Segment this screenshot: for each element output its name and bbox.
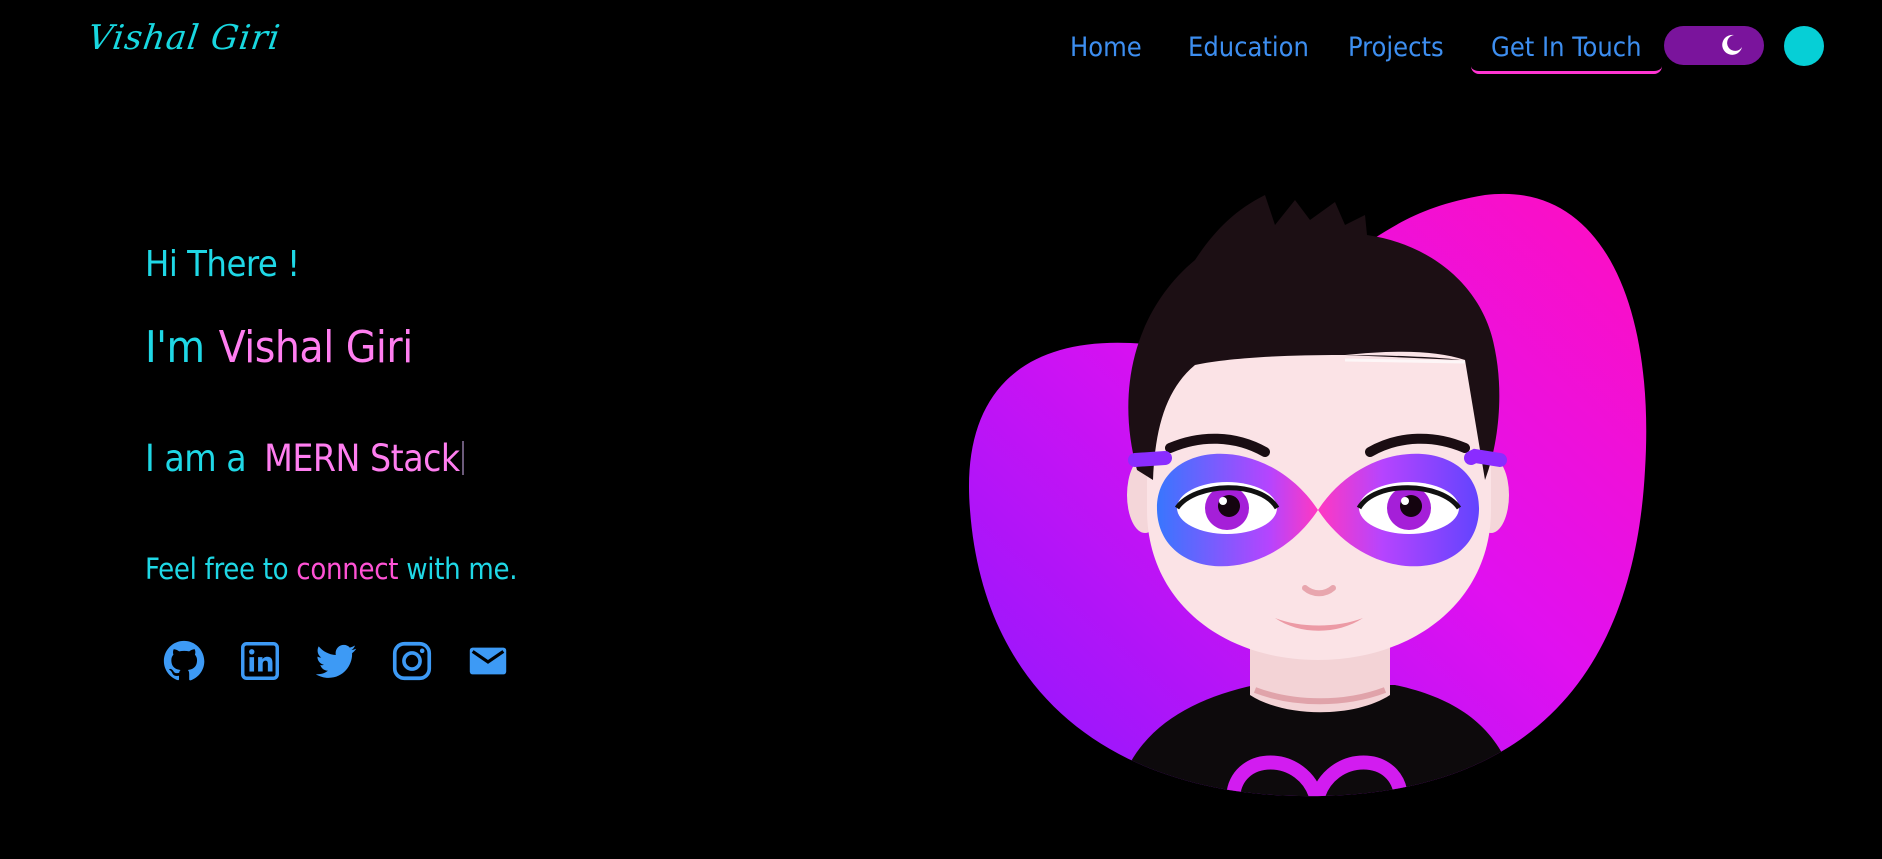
hero-section: Hi There ! I'm Vishal Giri I am a MERN Sta… xyxy=(145,0,845,859)
theme-toggle[interactable] xyxy=(1664,26,1764,65)
nav-get-in-touch[interactable]: Get In Touch xyxy=(1471,28,1662,74)
avatar-image xyxy=(968,193,1647,797)
name-line: I'm Vishal Giri xyxy=(145,322,413,373)
connect-line: Feel free to connect with me. xyxy=(145,552,518,586)
role-text: MERN Stack xyxy=(264,437,460,480)
nav-education[interactable]: Education xyxy=(1188,28,1309,74)
name-text: Vishal Giri xyxy=(218,322,414,373)
avatar-illustration xyxy=(965,190,1665,800)
mail-icon xyxy=(469,647,507,675)
twitter-icon xyxy=(315,644,357,678)
linkedin-link[interactable] xyxy=(237,638,283,684)
greeting: Hi There ! xyxy=(145,244,300,285)
mail-link[interactable] xyxy=(465,638,511,684)
cursor-dot xyxy=(1784,26,1824,66)
connect-post: with me. xyxy=(406,552,518,586)
iam-label: I am a xyxy=(145,437,247,480)
role-line: I am a MERN Stack xyxy=(145,437,464,480)
twitter-link[interactable] xyxy=(313,638,359,684)
github-icon xyxy=(163,640,205,681)
typing-cursor xyxy=(461,441,464,475)
instagram-icon xyxy=(392,641,432,681)
im-label: I'm xyxy=(145,322,205,373)
linkedin-icon xyxy=(241,642,279,680)
nav-home[interactable]: Home xyxy=(1070,28,1142,74)
instagram-link[interactable] xyxy=(389,638,435,684)
moon-icon xyxy=(1722,34,1742,55)
nav-projects[interactable]: Projects xyxy=(1348,28,1444,74)
connect-link: connect xyxy=(296,552,399,586)
connect-pre: Feel free to xyxy=(145,552,289,586)
github-link[interactable] xyxy=(161,638,207,684)
